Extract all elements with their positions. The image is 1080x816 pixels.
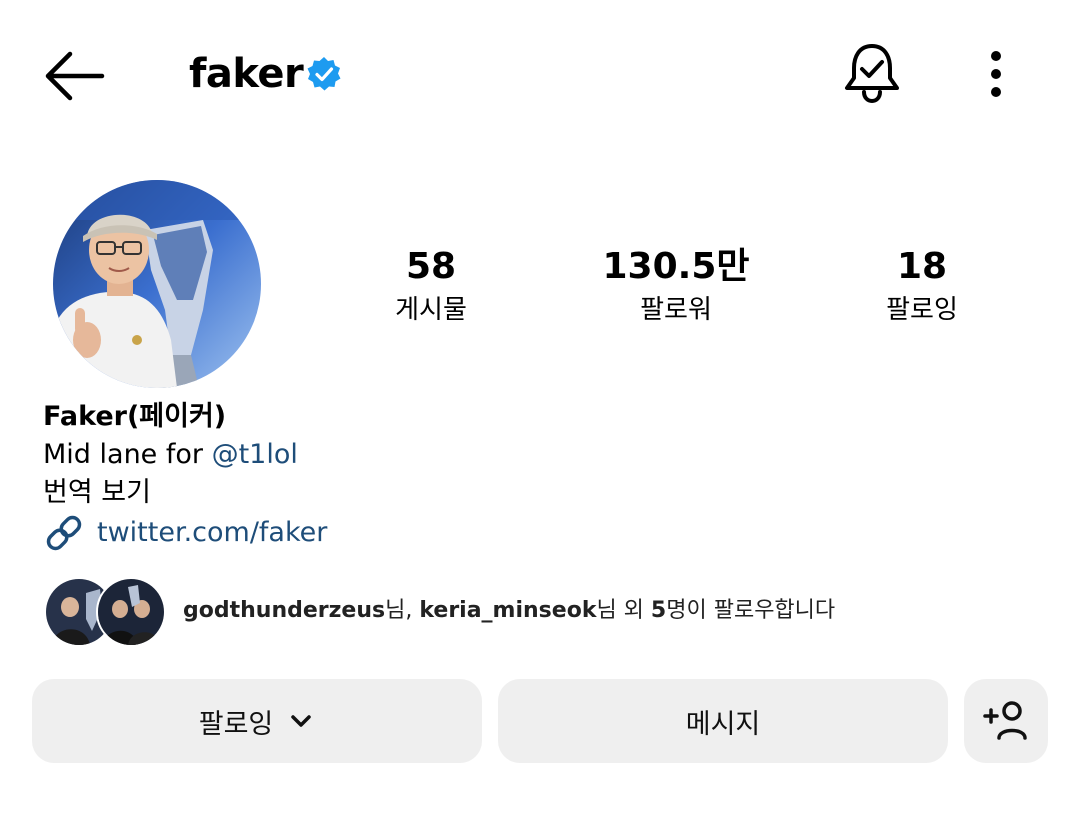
profile-website-link[interactable]: twitter.com/faker (43, 512, 327, 554)
display-name: Faker(페이커) (43, 401, 227, 432)
following-label: 팔로잉 (886, 295, 958, 325)
bio-mention-link[interactable]: @t1lol (212, 439, 298, 470)
mutual-text-part: 님 외 (596, 598, 651, 623)
back-arrow-icon (45, 51, 105, 101)
bio-text: Mid lane for @t1lol (43, 436, 298, 474)
following-button[interactable]: 팔로잉 (32, 679, 482, 763)
back-button[interactable] (40, 46, 106, 106)
translate-link[interactable]: 번역 보기 (43, 474, 151, 512)
mutual-followers-text[interactable]: godthunderzeus님, keria_minseok님 외 5명이 팔로… (183, 594, 835, 628)
mutual-user-1: godthunderzeus (183, 598, 386, 623)
posts-label: 게시물 (395, 295, 467, 325)
posts-count: 58 (405, 246, 457, 287)
followers-count: 130.5만 (602, 246, 750, 287)
following-button-label: 팔로잉 (198, 708, 274, 740)
bio-prefix: Mid lane for (43, 439, 212, 470)
mutual-avatar (96, 577, 166, 647)
mutual-text-part: 님, (385, 598, 420, 623)
profile-avatar[interactable] (53, 180, 261, 388)
message-button[interactable]: 메시지 (498, 679, 948, 763)
link-icon (46, 515, 82, 551)
mutual-followers-avatars[interactable] (44, 577, 166, 647)
mutual-others-count: 5 (650, 598, 667, 623)
more-vertical-icon (991, 51, 1001, 97)
notifications-button[interactable] (842, 42, 902, 104)
website-url: twitter.com/faker (97, 517, 328, 548)
bell-check-icon (845, 44, 899, 104)
chevron-down-icon (291, 715, 312, 727)
following-count: 18 (896, 246, 948, 287)
mutual-text-part: 명이 팔로우합니다 (666, 598, 836, 623)
mutual-user-2: keria_minseok (419, 598, 597, 623)
followers-stat[interactable]: 130.5만 팔로워 (576, 246, 776, 330)
verified-badge-icon (306, 56, 342, 92)
followers-label: 팔로워 (640, 295, 712, 325)
profile-username: faker (189, 51, 304, 97)
add-user-icon (983, 701, 1027, 740)
posts-stat[interactable]: 58 게시물 (331, 246, 531, 330)
following-stat[interactable]: 18 팔로잉 (822, 246, 1022, 330)
suggest-users-button[interactable] (964, 679, 1048, 763)
more-options-button[interactable] (980, 50, 1012, 98)
message-button-label: 메시지 (685, 708, 761, 740)
